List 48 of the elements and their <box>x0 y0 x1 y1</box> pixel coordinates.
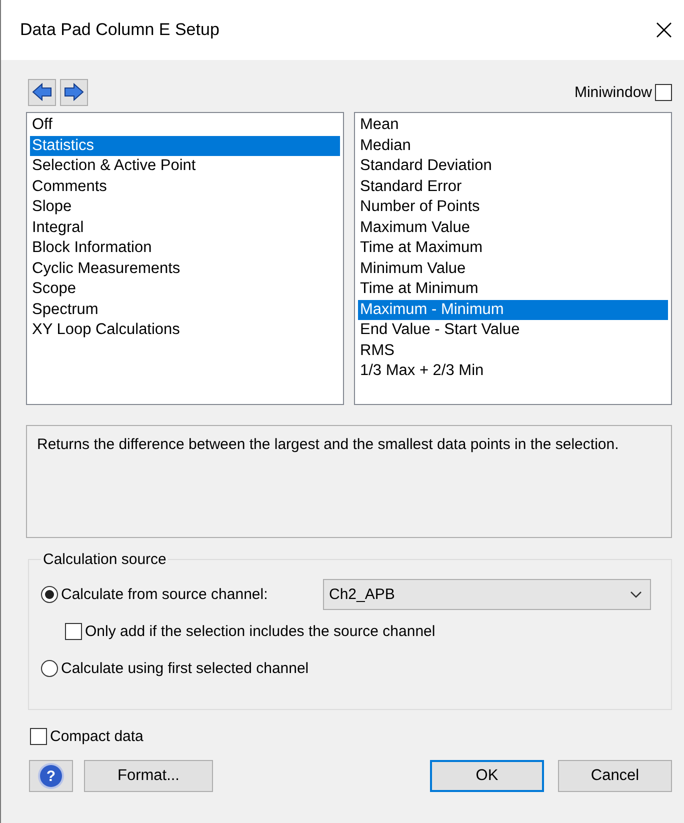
checkbox[interactable] <box>65 623 82 640</box>
list-item[interactable]: Scope <box>30 279 340 300</box>
checkbox-label[interactable]: Miniwindow <box>574 84 652 100</box>
list-item[interactable]: Median <box>358 136 668 156</box>
checkbox[interactable] <box>655 84 672 100</box>
close-icon[interactable] <box>656 22 672 38</box>
chevron-down-icon <box>630 591 642 598</box>
back-button[interactable] <box>28 78 56 106</box>
list-item[interactable]: Slope <box>30 197 340 218</box>
list-item[interactable]: Mean <box>358 115 668 136</box>
list-item[interactable]: 1/3 Max + 2/3 Min <box>358 361 668 382</box>
list-item[interactable]: Cyclic Measurements <box>30 258 340 279</box>
list-item[interactable]: Number of Points <box>358 197 668 218</box>
forward-button[interactable] <box>60 78 88 106</box>
list-item[interactable]: RMS <box>358 340 668 361</box>
help-button[interactable]: ? <box>29 760 73 792</box>
list-item[interactable]: Integral <box>30 218 340 238</box>
list-item[interactable]: Selection & Active Point <box>30 156 340 176</box>
format-button[interactable]: Format... <box>84 760 213 792</box>
list-item[interactable]: Maximum Value <box>358 218 668 238</box>
radio-label[interactable]: Calculate using first selected channel <box>61 660 309 677</box>
list-item[interactable]: Time at Minimum <box>358 279 668 300</box>
group-title: Calculation source <box>42 551 168 568</box>
checkbox[interactable] <box>30 728 47 745</box>
channel-dropdown[interactable]: Ch2_APB <box>323 579 651 610</box>
radio-button[interactable] <box>41 586 58 603</box>
cancel-button[interactable]: Cancel <box>558 760 672 792</box>
list-item[interactable]: Statistics <box>30 136 340 156</box>
list-item[interactable]: Standard Deviation <box>358 156 668 176</box>
description-text: Returns the difference between the largest and the smallest data points in the selection. <box>26 425 672 538</box>
list-item[interactable]: Off <box>30 115 340 136</box>
list-item[interactable]: Maximum - Minimum <box>358 300 668 320</box>
list-item[interactable]: Comments <box>30 176 340 197</box>
list-item[interactable]: End Value - Start Value <box>358 320 668 340</box>
list-item[interactable]: Standard Error <box>358 176 668 197</box>
ok-button[interactable]: OK <box>430 760 544 792</box>
window-title: Data Pad Column E Setup <box>20 20 220 40</box>
checkbox-label[interactable]: Compact data <box>50 728 144 745</box>
radio-button[interactable] <box>41 660 58 677</box>
list-item[interactable]: Minimum Value <box>358 258 668 279</box>
left-arrow-icon <box>32 83 52 101</box>
list-item[interactable]: Time at Maximum <box>358 238 668 258</box>
list-item[interactable]: Spectrum <box>30 300 340 320</box>
list-item[interactable]: XY Loop Calculations <box>30 320 340 340</box>
right-arrow-icon <box>64 83 84 101</box>
checkbox-label[interactable]: Only add if the selection includes the source channel <box>85 623 436 640</box>
radio-label[interactable]: Calculate from source channel: <box>61 586 268 603</box>
list-item[interactable]: Block Information <box>30 238 340 258</box>
